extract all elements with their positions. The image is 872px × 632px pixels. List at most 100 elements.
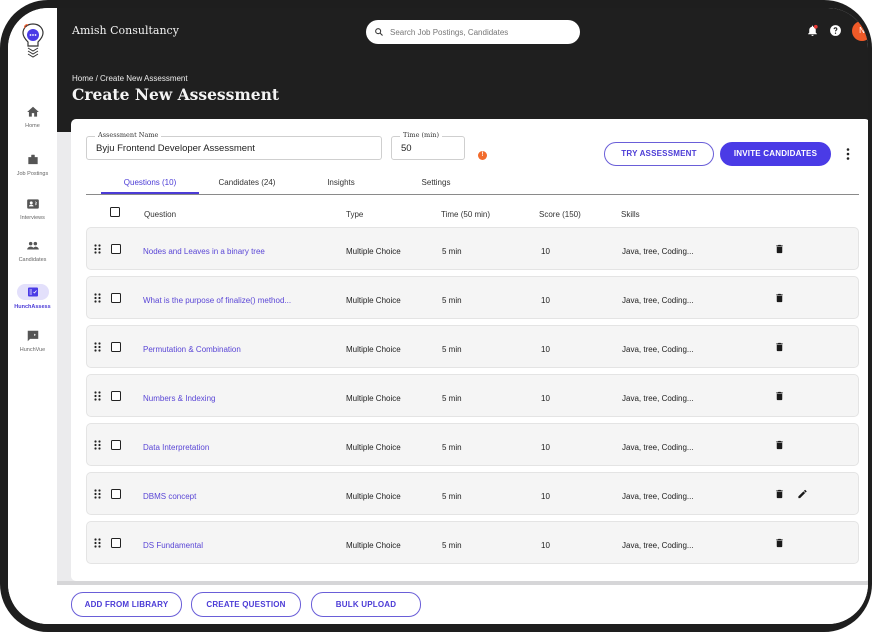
question-title-link[interactable]: DBMS concept bbox=[143, 492, 196, 501]
warning-icon[interactable]: ! bbox=[478, 151, 487, 160]
sidebar-item-hunchassess[interactable]: HunchAssess bbox=[8, 284, 57, 310]
edit-icon[interactable] bbox=[797, 488, 808, 500]
question-score: 10 bbox=[541, 541, 550, 550]
tab-candidates[interactable]: Candidates (24) bbox=[199, 178, 295, 194]
sidebar-item-label: Interviews bbox=[20, 215, 45, 221]
sidebar-item-label: Candidates bbox=[18, 257, 47, 263]
sidebar-item-home[interactable]: Home bbox=[8, 105, 57, 129]
question-row[interactable]: Permutation & Combination Multiple Choice… bbox=[86, 325, 859, 368]
app-screen: Home Job Postings Interviews Candidates … bbox=[8, 8, 868, 624]
question-row[interactable]: Numbers & Indexing Multiple Choice 5 min 10… bbox=[86, 374, 859, 417]
question-time: 5 min bbox=[442, 345, 462, 354]
question-time: 5 min bbox=[442, 247, 462, 256]
home-icon bbox=[26, 106, 39, 117]
add-from-library-button[interactable]: ADD FROM LIBRARY bbox=[71, 592, 182, 617]
time-field[interactable]: Time (min) bbox=[391, 131, 465, 160]
page-title: Create New Assessment bbox=[72, 85, 280, 104]
bulk-upload-button[interactable]: BULK UPLOAD bbox=[311, 592, 421, 617]
question-score: 10 bbox=[541, 247, 550, 256]
sidebar-item-label: Job Postings bbox=[16, 171, 49, 177]
help-icon[interactable] bbox=[829, 24, 842, 37]
question-row[interactable]: What is the purpose of finalize() method… bbox=[86, 276, 859, 319]
sidebar-item-job-postings[interactable]: Job Postings bbox=[8, 153, 57, 177]
assessment-name-field[interactable]: Assessment Name bbox=[86, 131, 382, 160]
breadcrumb[interactable]: Home / Create New Assessment bbox=[72, 74, 188, 83]
drag-handle-icon[interactable] bbox=[94, 440, 101, 450]
question-title-link[interactable]: Numbers & Indexing bbox=[143, 394, 215, 403]
delete-icon[interactable] bbox=[774, 341, 785, 353]
delete-icon[interactable] bbox=[774, 439, 785, 451]
tab-settings[interactable]: Settings bbox=[401, 178, 471, 194]
briefcase-icon bbox=[27, 154, 38, 165]
question-type: Multiple Choice bbox=[346, 247, 401, 256]
drag-handle-icon[interactable] bbox=[94, 489, 101, 499]
question-title-link[interactable]: Data Interpretation bbox=[143, 443, 209, 452]
question-skills: Java, tree, Coding... bbox=[622, 394, 694, 403]
select-all-checkbox[interactable] bbox=[110, 207, 120, 217]
question-title-link[interactable]: DS Fundamental bbox=[143, 541, 203, 550]
row-checkbox[interactable] bbox=[111, 293, 121, 303]
tab-insights[interactable]: Insights bbox=[306, 178, 376, 194]
drag-handle-icon[interactable] bbox=[94, 244, 101, 254]
question-skills: Java, tree, Coding... bbox=[622, 345, 694, 354]
sidebar-item-label: HunchVue bbox=[19, 347, 46, 353]
row-checkbox[interactable] bbox=[111, 244, 121, 254]
question-score: 10 bbox=[541, 443, 550, 452]
drag-handle-icon[interactable] bbox=[94, 342, 101, 352]
tab-bar: Questions (10) Candidates (24) Insights … bbox=[86, 178, 859, 195]
row-checkbox[interactable] bbox=[111, 391, 121, 401]
time-input[interactable] bbox=[401, 143, 457, 154]
delete-icon[interactable] bbox=[774, 488, 785, 500]
question-type: Multiple Choice bbox=[346, 394, 401, 403]
row-checkbox[interactable] bbox=[111, 538, 121, 548]
row-checkbox[interactable] bbox=[111, 342, 121, 352]
question-row[interactable]: Nodes and Leaves in a binary tree Multipl… bbox=[86, 227, 859, 270]
search-bar[interactable] bbox=[366, 20, 580, 44]
drag-handle-icon[interactable] bbox=[94, 391, 101, 401]
time-label: Time (min) bbox=[400, 131, 442, 139]
sidebar: Home Job Postings Interviews Candidates … bbox=[8, 8, 57, 624]
search-input[interactable] bbox=[390, 27, 570, 37]
question-title-link[interactable]: Permutation & Combination bbox=[143, 345, 241, 354]
assessment-name-input[interactable] bbox=[96, 143, 374, 154]
delete-icon[interactable] bbox=[774, 390, 785, 402]
row-checkbox[interactable] bbox=[111, 440, 121, 450]
question-title-link[interactable]: Nodes and Leaves in a binary tree bbox=[143, 247, 265, 256]
sidebar-item-interviews[interactable]: Interviews bbox=[8, 197, 57, 221]
question-type: Multiple Choice bbox=[346, 443, 401, 452]
question-type: Multiple Choice bbox=[346, 345, 401, 354]
delete-icon[interactable] bbox=[774, 243, 785, 255]
question-row[interactable]: Data Interpretation Multiple Choice 5 min 1… bbox=[86, 423, 859, 466]
try-assessment-button[interactable]: TRY ASSESSMENT bbox=[604, 142, 714, 166]
sidebar-item-hunchvue[interactable]: HunchVue bbox=[8, 329, 57, 353]
row-checkbox[interactable] bbox=[111, 489, 121, 499]
sidebar-item-candidates[interactable]: Candidates bbox=[8, 239, 57, 263]
device-frame: Home Job Postings Interviews Candidates … bbox=[0, 0, 872, 632]
question-row[interactable]: DBMS concept Multiple Choice 5 min 10 Java, … bbox=[86, 472, 859, 515]
delete-icon[interactable] bbox=[774, 292, 785, 304]
question-score: 10 bbox=[541, 345, 550, 354]
more-options-icon[interactable] bbox=[843, 147, 853, 161]
question-row[interactable]: DS Fundamental Multiple Choice 5 min 10 Java… bbox=[86, 521, 859, 564]
question-time: 5 min bbox=[442, 443, 462, 452]
tab-questions[interactable]: Questions (10) bbox=[101, 178, 199, 194]
assessment-card: Assessment Name Time (min) ! TRY ASSESSM… bbox=[71, 119, 868, 581]
drag-handle-icon[interactable] bbox=[94, 538, 101, 548]
question-score: 10 bbox=[541, 296, 550, 305]
notification-bell-icon[interactable] bbox=[806, 24, 819, 37]
assessment-icon bbox=[27, 287, 38, 297]
question-time: 5 min bbox=[442, 492, 462, 501]
question-title-link[interactable]: What is the purpose of finalize() method… bbox=[143, 296, 291, 305]
drag-handle-icon[interactable] bbox=[94, 293, 101, 303]
header-skills: Skills bbox=[621, 210, 640, 219]
invite-candidates-button[interactable]: INVITE CANDIDATES bbox=[720, 142, 831, 166]
hunch-logo-icon bbox=[22, 23, 44, 58]
create-question-button[interactable]: CREATE QUESTION bbox=[191, 592, 301, 617]
header-type: Type bbox=[346, 210, 364, 219]
question-skills: Java, tree, Coding... bbox=[622, 247, 694, 256]
question-time: 5 min bbox=[442, 541, 462, 550]
header-time: Time (50 min) bbox=[441, 210, 491, 219]
user-avatar[interactable]: N bbox=[852, 21, 868, 41]
delete-icon[interactable] bbox=[774, 537, 785, 549]
header-question: Question bbox=[144, 210, 177, 219]
